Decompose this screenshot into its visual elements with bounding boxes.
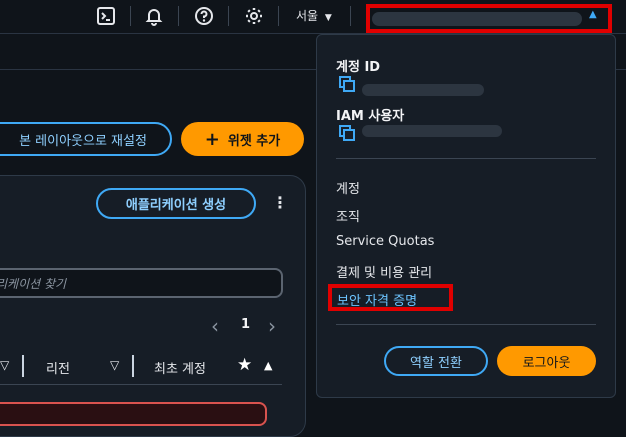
add-widget-button[interactable]: + 위젯 추가: [181, 122, 304, 156]
create-application-label: 애플리케이션 생성: [125, 198, 227, 213]
sign-out-label: 로그아웃: [522, 355, 571, 371]
divider: [130, 6, 131, 26]
sort-up-icon[interactable]: ▲: [264, 359, 272, 372]
column-divider[interactable]: [22, 355, 24, 377]
star-icon[interactable]: ★: [237, 355, 252, 375]
chevron-down-icon: ▼: [324, 13, 332, 23]
column-header-first-account[interactable]: 최초 계정: [154, 358, 206, 377]
divider: [228, 6, 229, 26]
account-name-redacted[interactable]: [372, 12, 582, 26]
divider: [350, 6, 351, 26]
reset-layout-label: 본 레이아웃으로 재설정: [19, 133, 147, 149]
previous-page-icon[interactable]: ‹: [211, 314, 219, 338]
more-options-icon[interactable]: ⋮: [272, 193, 288, 212]
switch-role-button[interactable]: 역할 전환: [384, 346, 488, 376]
sort-icon[interactable]: ▽: [110, 358, 119, 372]
reset-layout-button[interactable]: 본 레이아웃으로 재설정: [0, 122, 172, 156]
terminal-icon[interactable]: [96, 6, 116, 26]
account-id-label: 계정 ID: [336, 60, 381, 75]
iam-user-redacted: [362, 125, 502, 137]
menu-item-service-quotas[interactable]: Service Quotas: [336, 234, 434, 249]
add-widget-label: 위젯 추가: [227, 133, 281, 149]
gear-icon[interactable]: [244, 6, 264, 26]
menu-item-security-credentials[interactable]: 보안 자격 증명: [337, 290, 417, 309]
region-label: 서울: [296, 9, 319, 23]
copy-icon[interactable]: [339, 125, 355, 141]
menu-divider: [336, 324, 596, 325]
create-application-button[interactable]: 애플리케이션 생성: [96, 188, 256, 219]
divider: [178, 6, 179, 26]
sign-out-button[interactable]: 로그아웃: [497, 346, 596, 376]
bell-icon[interactable]: [144, 6, 164, 26]
account-id-redacted: [362, 84, 484, 96]
plus-icon: +: [204, 128, 220, 150]
table-header-divider: [0, 384, 282, 385]
search-placeholder: 리케이션 찾기: [0, 276, 67, 291]
current-page-number[interactable]: 1: [241, 317, 250, 332]
error-alert: [0, 402, 267, 426]
chevron-up-icon[interactable]: ▲: [589, 9, 597, 20]
help-icon[interactable]: [194, 6, 214, 26]
switch-role-label: 역할 전환: [410, 355, 462, 371]
menu-divider: [336, 158, 596, 159]
menu-item-account[interactable]: 계정: [336, 178, 360, 197]
sort-icon[interactable]: ▽: [0, 358, 9, 372]
region-selector[interactable]: 서울 ▼: [296, 7, 332, 24]
column-header-region[interactable]: 리전: [46, 358, 70, 377]
iam-user-label: IAM 사용자: [336, 109, 405, 124]
next-page-icon[interactable]: ›: [268, 314, 276, 338]
menu-item-billing[interactable]: 결제 및 비용 관리: [336, 262, 432, 281]
copy-icon[interactable]: [339, 76, 355, 92]
column-divider[interactable]: [132, 355, 134, 377]
application-search-input[interactable]: 리케이션 찾기: [0, 268, 283, 298]
divider: [278, 6, 279, 26]
menu-item-organization[interactable]: 조직: [336, 206, 360, 225]
